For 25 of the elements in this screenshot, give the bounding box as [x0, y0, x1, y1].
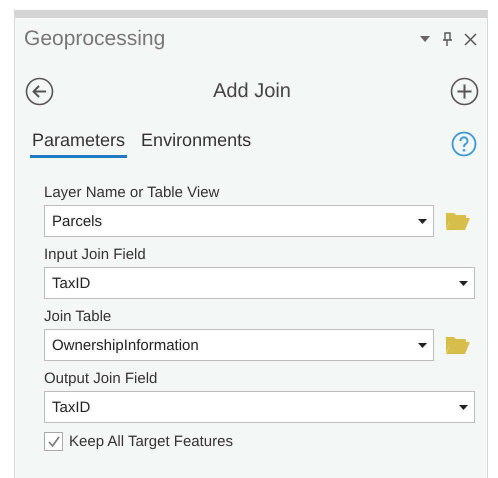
caret-icon — [418, 218, 427, 224]
checkbox-label: Keep All Target Features — [69, 433, 233, 450]
caret-icon — [459, 280, 468, 286]
parameter-label: Join Table — [44, 308, 112, 326]
back-icon[interactable] — [25, 76, 54, 106]
parameter-label: Layer Name or Table View — [44, 184, 220, 202]
add-icon[interactable] — [450, 76, 479, 106]
parameter-label: Input Join Field — [44, 246, 147, 264]
dropdown[interactable]: OwnershipInformation — [44, 329, 434, 361]
pin-icon[interactable] — [442, 32, 452, 46]
close-icon[interactable] — [464, 32, 477, 46]
help-icon[interactable] — [451, 131, 477, 157]
parameter-label: Output Join Field — [44, 370, 158, 388]
dropdown-caret-icon[interactable] — [420, 36, 430, 42]
pane-title: Geoprocessing — [24, 27, 166, 51]
caret-icon — [459, 404, 468, 410]
tool-title: Add Join — [212, 80, 292, 102]
dropdown[interactable]: Parcels — [44, 205, 434, 237]
caret-icon — [418, 342, 427, 348]
checkbox[interactable] — [44, 432, 63, 451]
dropdown[interactable]: TaxID — [44, 391, 475, 423]
check-icon — [46, 434, 60, 448]
tab[interactable]: Environments — [139, 130, 254, 158]
tab[interactable]: Parameters — [30, 130, 128, 158]
dropdown[interactable]: TaxID — [44, 267, 475, 299]
